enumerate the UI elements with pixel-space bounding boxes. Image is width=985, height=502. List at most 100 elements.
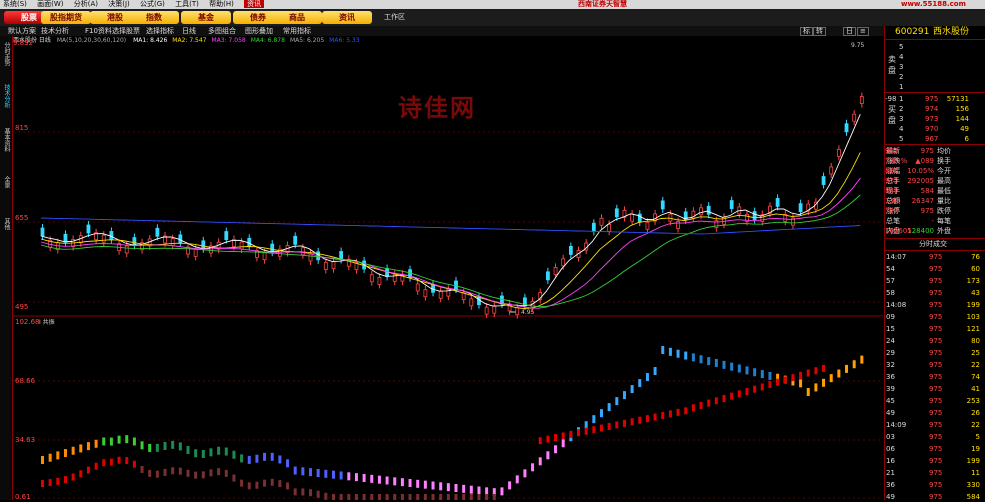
indicator-bar-lower	[324, 492, 328, 500]
common-indicator-tab[interactable]: 常用指标	[283, 26, 311, 36]
workspace-label[interactable]: 工作区	[384, 12, 405, 22]
menu-formula[interactable]: 公式(G)	[140, 0, 165, 8]
menu-help[interactable]: 帮助(H)	[209, 0, 234, 8]
indicator-bar-lower	[737, 390, 741, 398]
bid-extra: -98	[885, 95, 897, 103]
index-futures-button[interactable]: 股指期货	[41, 11, 91, 24]
chart-area[interactable]: 西水股份 日线 MA(5,10,20,30,60,120) MA1: 8.426…	[12, 36, 883, 500]
candle-body	[454, 280, 458, 290]
candle-body	[515, 307, 520, 316]
candle-body	[339, 251, 344, 260]
tick-row: 15 975 121	[885, 324, 985, 334]
bid-row: 5 967 6	[885, 134, 985, 144]
tick-volume: 173	[966, 277, 980, 285]
tick-price: 975	[929, 289, 943, 297]
ask-row: 3	[885, 62, 985, 72]
candle-body	[614, 208, 619, 218]
menu-news[interactable]: 资讯	[244, 0, 265, 8]
news-button[interactable]: 资讯	[322, 11, 372, 24]
menu-decision[interactable]: 决策(J)	[108, 0, 130, 8]
candle-body	[798, 203, 803, 213]
indicator-bar-lower	[745, 388, 749, 396]
tick-price: 975	[929, 349, 943, 357]
site-url: www.55188.com	[901, 0, 966, 8]
tick-row: 29 975 25	[885, 348, 985, 358]
stat-value: 292005	[907, 177, 934, 185]
tab-other[interactable]: 其他	[0, 218, 11, 230]
tab-technical[interactable]: 技术分析	[0, 84, 11, 108]
indicator-bar-lower	[446, 494, 450, 500]
stat-row: 总额 26347 量比 1.80	[885, 196, 985, 206]
indicator-bar-upper	[270, 452, 274, 461]
indicator-bar-lower	[263, 479, 267, 487]
indicator-bar-lower	[699, 401, 703, 409]
tick-price: 975	[929, 469, 943, 477]
tick-row: 14:08 975 199	[885, 300, 985, 310]
indicator-bar-upper	[500, 487, 504, 496]
tab-intraday[interactable]: 分时走势	[0, 42, 11, 66]
indicator-bar-upper	[538, 457, 542, 466]
indicator-bar-lower	[822, 364, 826, 372]
funds-button[interactable]: 基金	[181, 11, 231, 24]
select-indicator-tab[interactable]: 选择指标	[146, 26, 174, 36]
menu-tools[interactable]: 工具(T)	[175, 0, 199, 8]
multi-chart-tab[interactable]: 多图组合	[208, 26, 236, 36]
tick-time: 36	[886, 373, 895, 381]
tech-analysis-tab[interactable]: 技术分析	[41, 26, 69, 36]
bid-row: 1 975 57131 -98	[885, 94, 985, 104]
indicator-bar-upper	[845, 364, 849, 373]
index-button[interactable]: 指数	[129, 11, 179, 24]
menu-icon[interactable]: ≡	[857, 27, 869, 36]
indicator-bar-upper	[852, 360, 856, 369]
tick-price: 975	[929, 385, 943, 393]
overlay-tab[interactable]: 图形叠加	[245, 26, 273, 36]
tab-panorama[interactable]: 全景	[0, 176, 11, 188]
indicator-bar-lower	[615, 421, 619, 429]
bid-volume: 144	[955, 115, 969, 123]
indicator-bar-lower	[331, 494, 335, 500]
indicator-bar-lower	[240, 479, 244, 487]
candle-body	[706, 205, 711, 215]
menu-bar: 系统(S) 画面(W) 分析(A) 决策(J) 公式(G) 工具(T) 帮助(H…	[0, 0, 985, 9]
daily-line-tab[interactable]: 日线	[182, 26, 196, 36]
candle-body	[469, 298, 474, 307]
menu-system[interactable]: 系统(S)	[3, 0, 27, 8]
indicator-bar-lower	[691, 404, 695, 412]
indicator-bar-upper	[132, 437, 136, 446]
bid-row: 4 970 49	[885, 124, 985, 134]
indicator-bar-lower	[86, 466, 90, 474]
commodities-button[interactable]: 商品	[272, 11, 322, 24]
tick-volume: 19	[971, 445, 980, 453]
ma-line-5	[40, 217, 861, 235]
tab-fundamentals[interactable]: 基本资料	[0, 128, 11, 152]
menu-analysis[interactable]: 分析(A)	[74, 0, 98, 8]
tick-row: 14:09 975 22	[885, 420, 985, 430]
f10-tab[interactable]: F10资料	[85, 26, 112, 36]
indicator-bar-upper	[217, 446, 221, 455]
indicator-bar-upper	[707, 357, 711, 366]
indicator-bar-lower	[707, 399, 711, 407]
candle-body	[262, 252, 267, 261]
tick-time: 21	[886, 469, 895, 477]
indicator-bar-lower	[806, 369, 810, 377]
mark-button[interactable]: 标	[800, 27, 813, 36]
day-button[interactable]: 日	[843, 27, 856, 36]
tick-time: 15	[886, 325, 895, 333]
tick-time: 49	[886, 409, 895, 417]
candle-body	[630, 213, 635, 222]
candle-body	[591, 222, 596, 232]
candle-body	[599, 217, 604, 226]
menu-window[interactable]: 画面(W)	[37, 0, 63, 8]
indicator-bar-upper	[400, 478, 404, 487]
candle-body	[201, 240, 206, 250]
stat-label: 跌停	[937, 207, 951, 215]
convert-button[interactable]: 转	[813, 27, 826, 36]
default-scheme-tab[interactable]: 默认方案	[8, 26, 36, 36]
stat-label: 今开	[937, 167, 951, 175]
select-stock-tab[interactable]: 选择股票	[112, 26, 140, 36]
stat-value: 10.05%	[907, 167, 934, 175]
indicator-bar-lower	[791, 374, 795, 382]
indicator-bar-lower	[668, 410, 672, 418]
indicator-bar-lower	[469, 494, 473, 500]
tick-time: 16	[886, 457, 895, 465]
